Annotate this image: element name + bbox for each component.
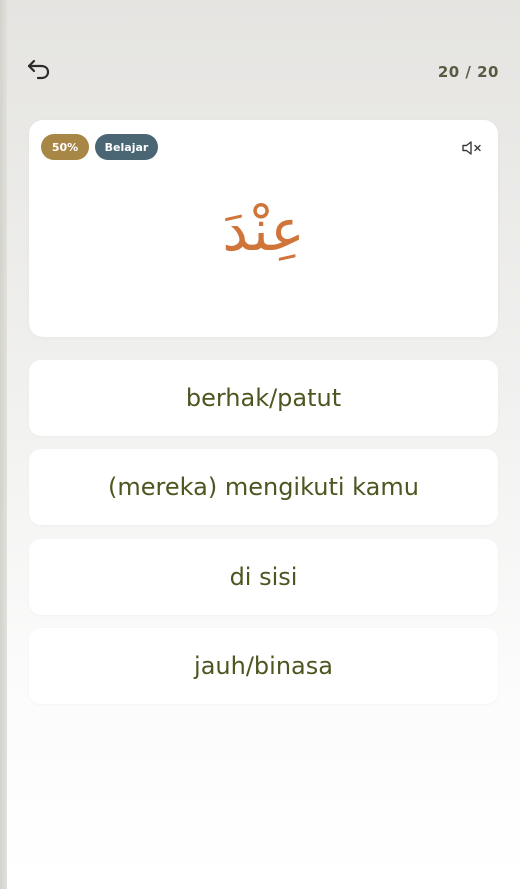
- percent-badge: 50%: [41, 134, 89, 160]
- answer-option[interactable]: di sisi: [29, 539, 498, 615]
- answer-option-label: jauh/binasa: [194, 652, 333, 680]
- mute-button[interactable]: [460, 138, 484, 158]
- answer-option[interactable]: berhak/patut: [29, 360, 498, 436]
- answer-option-label: (mereka) mengikuti kamu: [108, 473, 419, 501]
- answer-option-label: berhak/patut: [185, 384, 342, 412]
- undo-arrow-icon: [27, 59, 50, 80]
- arabic-word: عِنْدَ: [222, 196, 305, 264]
- progress-counter: 20 / 20: [437, 63, 499, 81]
- answer-option[interactable]: (mereka) mengikuti kamu: [29, 449, 498, 525]
- answer-option[interactable]: jauh/binasa: [29, 628, 498, 704]
- left-edge-divider: [0, 0, 7, 889]
- word-card: 50% Belajar عِنْدَ: [29, 120, 498, 337]
- back-button[interactable]: [24, 56, 54, 84]
- status-badge: Belajar: [95, 134, 158, 160]
- speaker-muted-icon: [462, 141, 481, 155]
- answer-option-label: di sisi: [229, 563, 298, 591]
